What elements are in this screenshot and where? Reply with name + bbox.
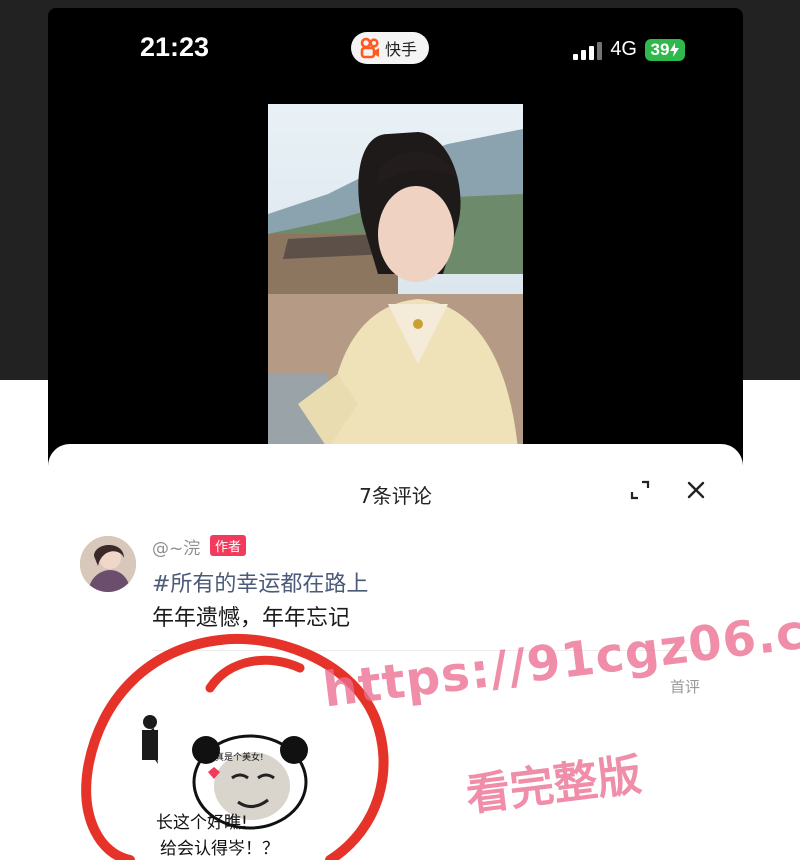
app-indicator[interactable]: 快手	[351, 32, 430, 64]
photo-illustration	[268, 104, 523, 449]
network-type: 4G	[610, 38, 637, 60]
battery-level: 39	[650, 39, 670, 59]
status-time: 21:23	[140, 32, 210, 62]
author-badge: 作者	[210, 535, 247, 556]
battery-icon: 39	[645, 38, 685, 61]
comment-text: 年年遗憾，年年忘记	[152, 606, 351, 631]
expand-icon[interactable]	[628, 478, 652, 502]
post-photo[interactable]	[268, 104, 523, 449]
status-indicators: 4G 39	[573, 38, 685, 61]
app-name: 快手	[385, 40, 418, 59]
meme-caption-line2: 给会认得岑！？	[160, 839, 279, 859]
first-comment-tag: 首评	[670, 678, 701, 696]
signal-icon	[573, 40, 603, 60]
kuaishou-logo-icon	[360, 37, 379, 59]
avatar-image	[80, 536, 136, 592]
meme-bubble-text: 真是个美女!	[215, 753, 264, 763]
comment-hashtag[interactable]: #所有的幸运都在路上	[152, 566, 368, 598]
meme-caption-line1: 长这个好瞧!	[156, 813, 248, 833]
avatar[interactable]	[80, 536, 136, 592]
close-icon[interactable]	[684, 478, 708, 502]
comment-username[interactable]: @~浣	[152, 534, 200, 559]
